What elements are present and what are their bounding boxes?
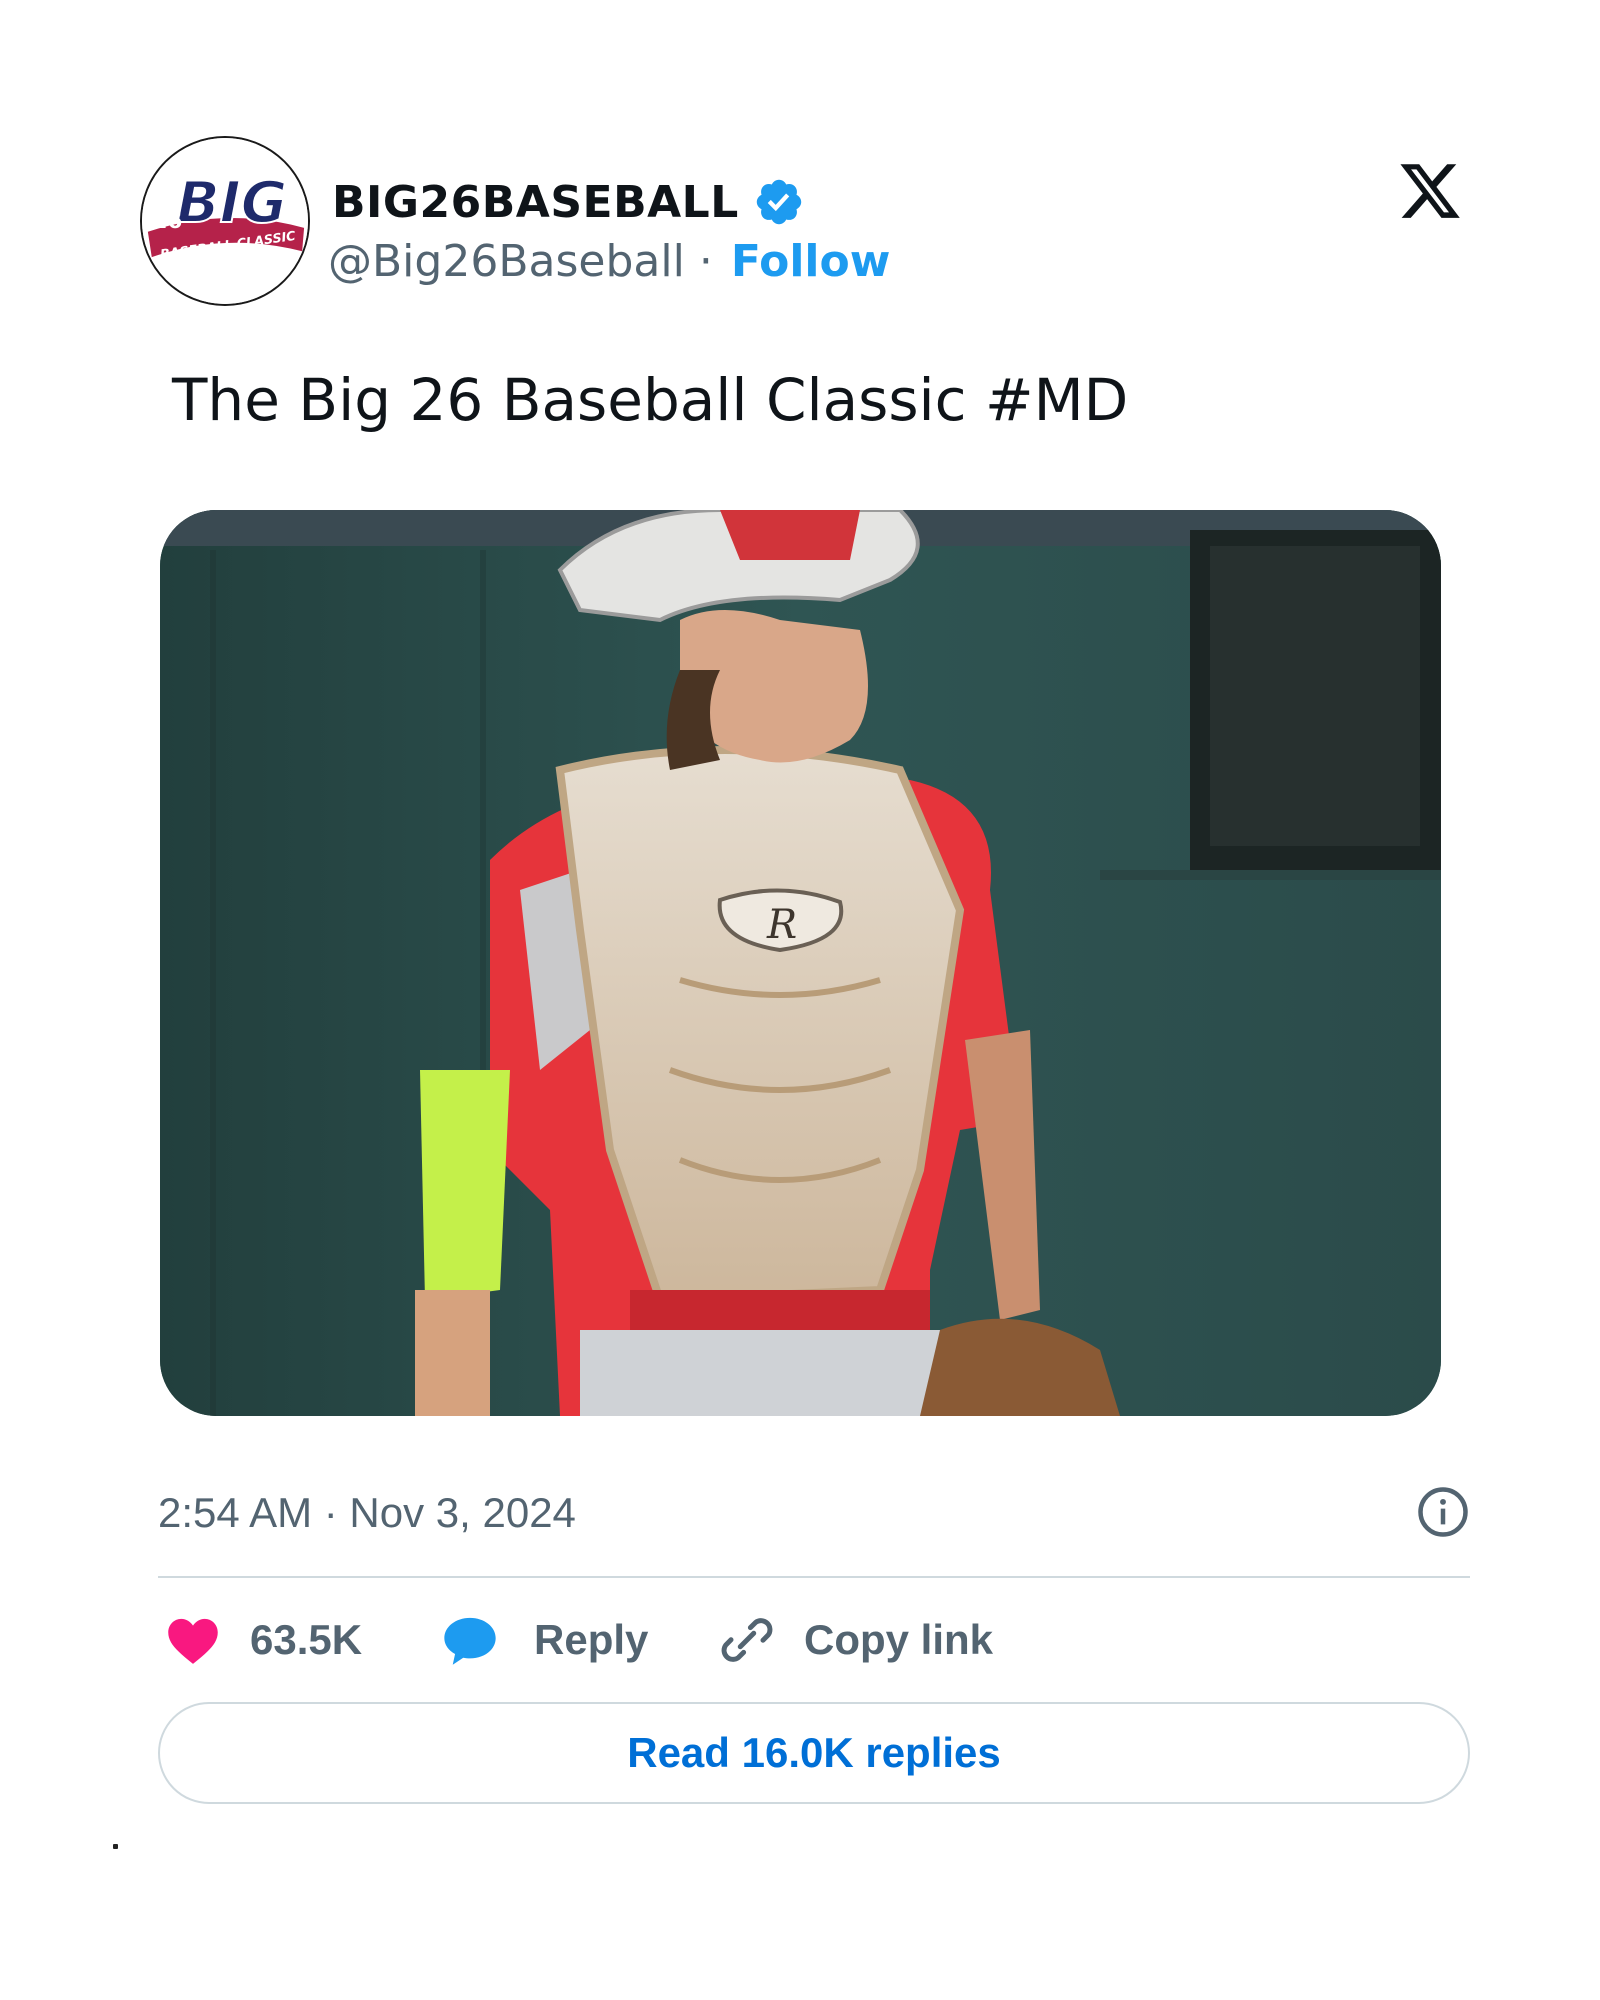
- author-handle[interactable]: @Big26Baseball: [328, 236, 685, 287]
- svg-text:R: R: [766, 902, 797, 948]
- read-replies-label: Read 16.0K replies: [627, 1729, 1001, 1776]
- x-logo-icon[interactable]: [1395, 158, 1465, 224]
- reply-button[interactable]: Reply: [442, 1608, 648, 1672]
- follow-button[interactable]: Follow: [731, 236, 891, 287]
- tweet-text: The Big 26 Baseball Classic #MD: [172, 366, 1129, 434]
- display-name[interactable]: BIG26BASEBALL: [332, 177, 739, 228]
- divider: [158, 1576, 1470, 1578]
- photo-catcher-icon: R: [160, 510, 1441, 1416]
- info-icon[interactable]: [1416, 1485, 1470, 1539]
- tweet-meta: 2:54 AM · Nov 3, 2024: [158, 1485, 1470, 1545]
- like-count: 63.5K: [250, 1616, 363, 1663]
- read-replies-button[interactable]: Read 16.0K replies: [158, 1702, 1470, 1804]
- timestamp[interactable]: 2:54 AM · Nov 3, 2024: [158, 1489, 576, 1537]
- tweet-header: BIG 26 BASEBALL CLASSIC BIG26BASEBALL @B…: [140, 136, 1480, 306]
- link-icon: [721, 1618, 773, 1662]
- author-name-row: BIG26BASEBALL: [332, 176, 805, 228]
- big26-logo-icon: BIG 26 BASEBALL CLASSIC: [142, 138, 308, 304]
- svg-text:26: 26: [152, 209, 182, 234]
- copy-link-label: Copy link: [804, 1616, 994, 1663]
- stray-mark: [113, 1844, 118, 1849]
- tweet-actions: 63.5K Reply Copy link: [166, 1608, 1466, 1672]
- heart-icon: [168, 1618, 218, 1664]
- speech-bubble-icon: [444, 1617, 496, 1665]
- reply-label: Reply: [534, 1616, 649, 1663]
- tweet-photo[interactable]: R: [160, 510, 1441, 1416]
- verified-badge-icon: [756, 179, 801, 225]
- like-button[interactable]: 63.5K: [166, 1608, 362, 1672]
- avatar[interactable]: BIG 26 BASEBALL CLASSIC: [140, 136, 310, 306]
- separator-dot: ·: [698, 236, 713, 287]
- author-handle-row: @Big26Baseball · Follow: [328, 236, 890, 287]
- copy-link-button[interactable]: Copy link: [720, 1608, 993, 1672]
- svg-text:BIG: BIG: [176, 170, 287, 236]
